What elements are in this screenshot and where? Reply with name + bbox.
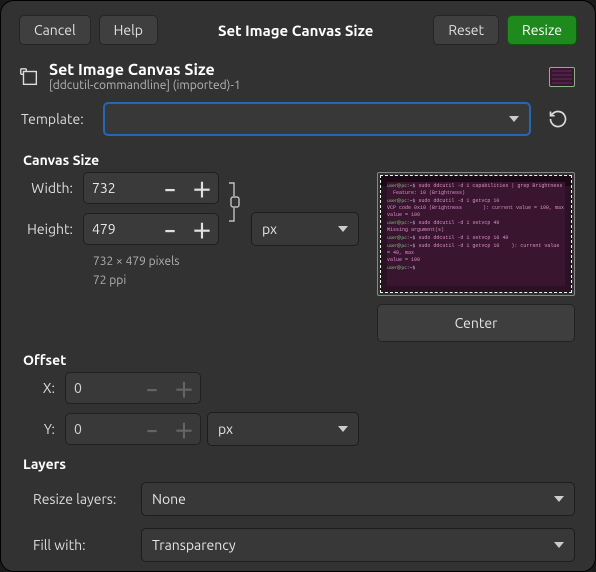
- width-decrement-button[interactable]: −: [154, 172, 186, 204]
- canvas-size-section: Width: − ＋ Height: − ＋ px 732 × 479 pixe…: [11, 172, 585, 342]
- offset-y-label: Y:: [21, 421, 59, 437]
- canvas-size-dialog: Cancel Help Set Image Canvas Size Reset …: [0, 0, 596, 572]
- layers-section-title: Layers: [11, 446, 585, 476]
- width-row: Width: − ＋: [21, 172, 359, 204]
- offset-unit-value: px: [218, 421, 233, 437]
- width-spinbox[interactable]: − ＋: [83, 172, 219, 204]
- offset-x-label: X:: [21, 380, 59, 396]
- offset-y-input[interactable]: [66, 421, 136, 437]
- offset-x-decrement-button[interactable]: −: [136, 372, 168, 404]
- fill-with-value: Transparency: [152, 537, 236, 553]
- resize-layers-value: None: [152, 491, 186, 507]
- dialog-header-text: Set Image Canvas Size [ddcutil-commandli…: [49, 61, 241, 92]
- fill-with-dropdown[interactable]: Transparency: [141, 528, 575, 562]
- height-decrement-button[interactable]: −: [154, 213, 186, 245]
- canvas-preview[interactable]: user@pc:~$ sudo ddcutil -d 1 capabilitie…: [377, 172, 575, 296]
- offset-section: X: − ＋ Y: − ＋ px: [11, 372, 585, 446]
- canvas-unit-dropdown[interactable]: px: [251, 212, 359, 246]
- offset-x-increment-button[interactable]: ＋: [168, 372, 200, 404]
- canvas-resolution-text: 72 ppi: [21, 273, 359, 290]
- image-thumbnail-small: [549, 67, 575, 87]
- reset-button[interactable]: Reset: [433, 15, 499, 45]
- layers-section: Resize layers: None Fill with: Transpare…: [11, 476, 585, 572]
- resize-layers-dropdown[interactable]: None: [141, 482, 575, 516]
- height-label: Height:: [21, 221, 77, 237]
- width-input[interactable]: [84, 180, 154, 196]
- template-reset-button[interactable]: [541, 102, 575, 136]
- height-increment-button[interactable]: ＋: [186, 213, 218, 245]
- chevron-down-icon: [554, 542, 564, 548]
- header-title: Set Image Canvas Size: [49, 61, 241, 79]
- cancel-button[interactable]: Cancel: [19, 15, 91, 45]
- canvas-size-icon: [17, 65, 41, 89]
- offset-x-row: X: − ＋: [21, 372, 359, 404]
- header-subtitle: [ddcutil-commandline] (imported)-1: [49, 79, 241, 92]
- chevron-down-icon: [509, 116, 519, 122]
- offset-x-input[interactable]: [66, 380, 136, 396]
- canvas-unit-value: px: [262, 221, 277, 237]
- chevron-down-icon: [338, 426, 348, 432]
- canvas-dimensions-text: 732 × 479 pixels: [21, 254, 359, 271]
- offset-y-row: Y: − ＋ px: [21, 412, 359, 446]
- width-label: Width:: [21, 180, 77, 196]
- offset-y-spinbox[interactable]: − ＋: [65, 413, 201, 445]
- fill-with-label: Fill with:: [21, 537, 131, 553]
- offset-y-increment-button[interactable]: ＋: [168, 413, 200, 445]
- offset-unit-dropdown[interactable]: px: [207, 412, 359, 446]
- template-label: Template:: [21, 111, 93, 127]
- resize-button[interactable]: Resize: [507, 15, 577, 45]
- chevron-down-icon: [554, 496, 564, 502]
- resize-layers-label: Resize layers:: [21, 491, 131, 507]
- fill-with-row: Fill with: Transparency: [21, 522, 575, 568]
- height-spinbox[interactable]: − ＋: [83, 213, 219, 245]
- height-input[interactable]: [84, 221, 154, 237]
- template-dropdown[interactable]: [103, 102, 531, 136]
- template-row: Template:: [11, 96, 585, 142]
- canvas-size-section-title: Canvas Size: [11, 142, 585, 172]
- resize-layers-row: Resize layers: None: [21, 476, 575, 522]
- offset-y-decrement-button[interactable]: −: [136, 413, 168, 445]
- dialog-action-bar: Cancel Help Set Image Canvas Size Reset …: [11, 11, 585, 61]
- center-button[interactable]: Center: [377, 304, 575, 342]
- height-row: Height: − ＋ px: [21, 212, 359, 246]
- help-button[interactable]: Help: [99, 15, 158, 45]
- chevron-down-icon: [338, 226, 348, 232]
- width-increment-button[interactable]: ＋: [186, 172, 218, 204]
- resize-text-layers-row: Resize text layers: [21, 568, 575, 572]
- preview-column: user@pc:~$ sudo ddcutil -d 1 capabilitie…: [377, 172, 575, 342]
- offset-x-spinbox[interactable]: − ＋: [65, 372, 201, 404]
- offset-section-title: Offset: [11, 342, 585, 372]
- dialog-title: Set Image Canvas Size: [166, 22, 425, 39]
- dialog-header: Set Image Canvas Size [ddcutil-commandli…: [11, 61, 585, 96]
